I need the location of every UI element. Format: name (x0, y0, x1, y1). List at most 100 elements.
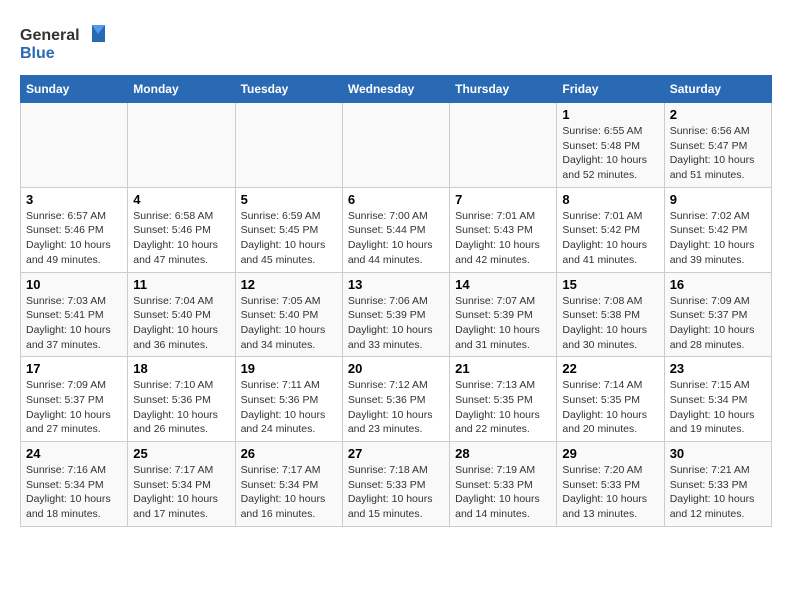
col-header-friday: Friday (557, 76, 664, 103)
day-cell: 28 Sunrise: 7:19 AM Sunset: 5:33 PM Dayli… (450, 442, 557, 527)
calendar-header: SundayMondayTuesdayWednesdayThursdayFrid… (21, 76, 772, 103)
day-cell: 6 Sunrise: 7:00 AM Sunset: 5:44 PM Daylig… (342, 187, 449, 272)
day-cell: 5Sunrise: 6:59 AM Sunset: 5:45 PM Daylig… (235, 187, 342, 272)
day-cell: 1Sunrise: 6:55 AM Sunset: 5:48 PM Daylig… (557, 103, 664, 188)
day-cell: 29 Sunrise: 7:20 AM Sunset: 5:33 PM Dayli… (557, 442, 664, 527)
day-number: 13 (348, 277, 444, 292)
day-cell (235, 103, 342, 188)
day-cell: 4 Sunrise: 6:58 AM Sunset: 5:46 PM Daylig… (128, 187, 235, 272)
day-info: Sunrise: 7:05 AM Sunset: 5:40 PM Dayligh… (241, 294, 337, 353)
week-row-2: 10Sunrise: 7:03 AM Sunset: 5:41 PM Dayli… (21, 272, 772, 357)
day-cell: 21 Sunrise: 7:13 AM Sunset: 5:35 PM Dayli… (450, 357, 557, 442)
day-info: Sunrise: 7:16 AM Sunset: 5:34 PM Dayligh… (26, 463, 122, 522)
day-info: Sunrise: 7:09 AM Sunset: 5:37 PM Dayligh… (670, 294, 766, 353)
day-number: 2 (670, 107, 766, 122)
day-info: Sunrise: 7:12 AM Sunset: 5:36 PM Dayligh… (348, 378, 444, 437)
day-info: Sunrise: 7:14 AM Sunset: 5:35 PM Dayligh… (562, 378, 658, 437)
header-row: SundayMondayTuesdayWednesdayThursdayFrid… (21, 76, 772, 103)
day-number: 4 (133, 192, 229, 207)
day-cell: 13 Sunrise: 7:06 AM Sunset: 5:39 PM Dayli… (342, 272, 449, 357)
header: GeneralBlue (20, 20, 772, 65)
day-cell (21, 103, 128, 188)
day-info: Sunrise: 7:04 AM Sunset: 5:40 PM Dayligh… (133, 294, 229, 353)
day-info: Sunrise: 7:00 AM Sunset: 5:44 PM Dayligh… (348, 209, 444, 268)
day-cell: 30 Sunrise: 7:21 AM Sunset: 5:33 PM Dayli… (664, 442, 771, 527)
day-cell: 25Sunrise: 7:17 AM Sunset: 5:34 PM Dayli… (128, 442, 235, 527)
calendar-table: SundayMondayTuesdayWednesdayThursdayFrid… (20, 75, 772, 527)
day-cell: 11 Sunrise: 7:04 AM Sunset: 5:40 PM Dayli… (128, 272, 235, 357)
day-number: 21 (455, 361, 551, 376)
week-row-0: 1Sunrise: 6:55 AM Sunset: 5:48 PM Daylig… (21, 103, 772, 188)
day-number: 29 (562, 446, 658, 461)
day-info: Sunrise: 7:19 AM Sunset: 5:33 PM Dayligh… (455, 463, 551, 522)
day-cell: 15Sunrise: 7:08 AM Sunset: 5:38 PM Dayli… (557, 272, 664, 357)
day-cell: 8 Sunrise: 7:01 AM Sunset: 5:42 PM Daylig… (557, 187, 664, 272)
day-number: 23 (670, 361, 766, 376)
day-info: Sunrise: 6:56 AM Sunset: 5:47 PM Dayligh… (670, 124, 766, 183)
week-row-4: 24 Sunrise: 7:16 AM Sunset: 5:34 PM Dayli… (21, 442, 772, 527)
day-cell: 22 Sunrise: 7:14 AM Sunset: 5:35 PM Dayli… (557, 357, 664, 442)
day-info: Sunrise: 7:20 AM Sunset: 5:33 PM Dayligh… (562, 463, 658, 522)
svg-text:Blue: Blue (20, 45, 55, 62)
col-header-wednesday: Wednesday (342, 76, 449, 103)
col-header-monday: Monday (128, 76, 235, 103)
day-number: 27 (348, 446, 444, 461)
col-header-saturday: Saturday (664, 76, 771, 103)
day-info: Sunrise: 7:01 AM Sunset: 5:42 PM Dayligh… (562, 209, 658, 268)
day-cell (342, 103, 449, 188)
day-cell (128, 103, 235, 188)
day-info: Sunrise: 7:02 AM Sunset: 5:42 PM Dayligh… (670, 209, 766, 268)
day-number: 10 (26, 277, 122, 292)
day-info: Sunrise: 7:06 AM Sunset: 5:39 PM Dayligh… (348, 294, 444, 353)
col-header-tuesday: Tuesday (235, 76, 342, 103)
logo: GeneralBlue (20, 20, 110, 65)
day-cell: 12 Sunrise: 7:05 AM Sunset: 5:40 PM Dayli… (235, 272, 342, 357)
day-cell: 9 Sunrise: 7:02 AM Sunset: 5:42 PM Daylig… (664, 187, 771, 272)
day-number: 26 (241, 446, 337, 461)
day-cell: 14Sunrise: 7:07 AM Sunset: 5:39 PM Dayli… (450, 272, 557, 357)
day-number: 19 (241, 361, 337, 376)
day-info: Sunrise: 7:01 AM Sunset: 5:43 PM Dayligh… (455, 209, 551, 268)
day-number: 8 (562, 192, 658, 207)
day-cell: 24 Sunrise: 7:16 AM Sunset: 5:34 PM Dayli… (21, 442, 128, 527)
day-number: 9 (670, 192, 766, 207)
day-info: Sunrise: 7:11 AM Sunset: 5:36 PM Dayligh… (241, 378, 337, 437)
day-number: 12 (241, 277, 337, 292)
day-cell: 16Sunrise: 7:09 AM Sunset: 5:37 PM Dayli… (664, 272, 771, 357)
day-number: 5 (241, 192, 337, 207)
svg-text:General: General (20, 27, 80, 44)
day-info: Sunrise: 7:09 AM Sunset: 5:37 PM Dayligh… (26, 378, 122, 437)
week-row-1: 3Sunrise: 6:57 AM Sunset: 5:46 PM Daylig… (21, 187, 772, 272)
day-info: Sunrise: 7:18 AM Sunset: 5:33 PM Dayligh… (348, 463, 444, 522)
day-number: 3 (26, 192, 122, 207)
day-info: Sunrise: 7:08 AM Sunset: 5:38 PM Dayligh… (562, 294, 658, 353)
day-info: Sunrise: 7:13 AM Sunset: 5:35 PM Dayligh… (455, 378, 551, 437)
day-number: 24 (26, 446, 122, 461)
day-number: 6 (348, 192, 444, 207)
day-info: Sunrise: 7:07 AM Sunset: 5:39 PM Dayligh… (455, 294, 551, 353)
logo-svg: GeneralBlue (20, 20, 110, 65)
day-info: Sunrise: 7:21 AM Sunset: 5:33 PM Dayligh… (670, 463, 766, 522)
col-header-thursday: Thursday (450, 76, 557, 103)
day-cell: 7Sunrise: 7:01 AM Sunset: 5:43 PM Daylig… (450, 187, 557, 272)
day-info: Sunrise: 7:15 AM Sunset: 5:34 PM Dayligh… (670, 378, 766, 437)
day-info: Sunrise: 6:55 AM Sunset: 5:48 PM Dayligh… (562, 124, 658, 183)
day-cell: 2 Sunrise: 6:56 AM Sunset: 5:47 PM Daylig… (664, 103, 771, 188)
day-info: Sunrise: 7:17 AM Sunset: 5:34 PM Dayligh… (133, 463, 229, 522)
day-number: 22 (562, 361, 658, 376)
day-number: 30 (670, 446, 766, 461)
day-cell: 27 Sunrise: 7:18 AM Sunset: 5:33 PM Dayli… (342, 442, 449, 527)
day-number: 28 (455, 446, 551, 461)
day-cell: 19 Sunrise: 7:11 AM Sunset: 5:36 PM Dayli… (235, 357, 342, 442)
day-number: 11 (133, 277, 229, 292)
day-info: Sunrise: 6:58 AM Sunset: 5:46 PM Dayligh… (133, 209, 229, 268)
day-info: Sunrise: 7:17 AM Sunset: 5:34 PM Dayligh… (241, 463, 337, 522)
day-cell: 10Sunrise: 7:03 AM Sunset: 5:41 PM Dayli… (21, 272, 128, 357)
day-number: 17 (26, 361, 122, 376)
calendar-body: 1Sunrise: 6:55 AM Sunset: 5:48 PM Daylig… (21, 103, 772, 527)
day-cell: 26 Sunrise: 7:17 AM Sunset: 5:34 PM Dayli… (235, 442, 342, 527)
week-row-3: 17 Sunrise: 7:09 AM Sunset: 5:37 PM Dayli… (21, 357, 772, 442)
day-info: Sunrise: 7:10 AM Sunset: 5:36 PM Dayligh… (133, 378, 229, 437)
day-number: 18 (133, 361, 229, 376)
day-cell (450, 103, 557, 188)
